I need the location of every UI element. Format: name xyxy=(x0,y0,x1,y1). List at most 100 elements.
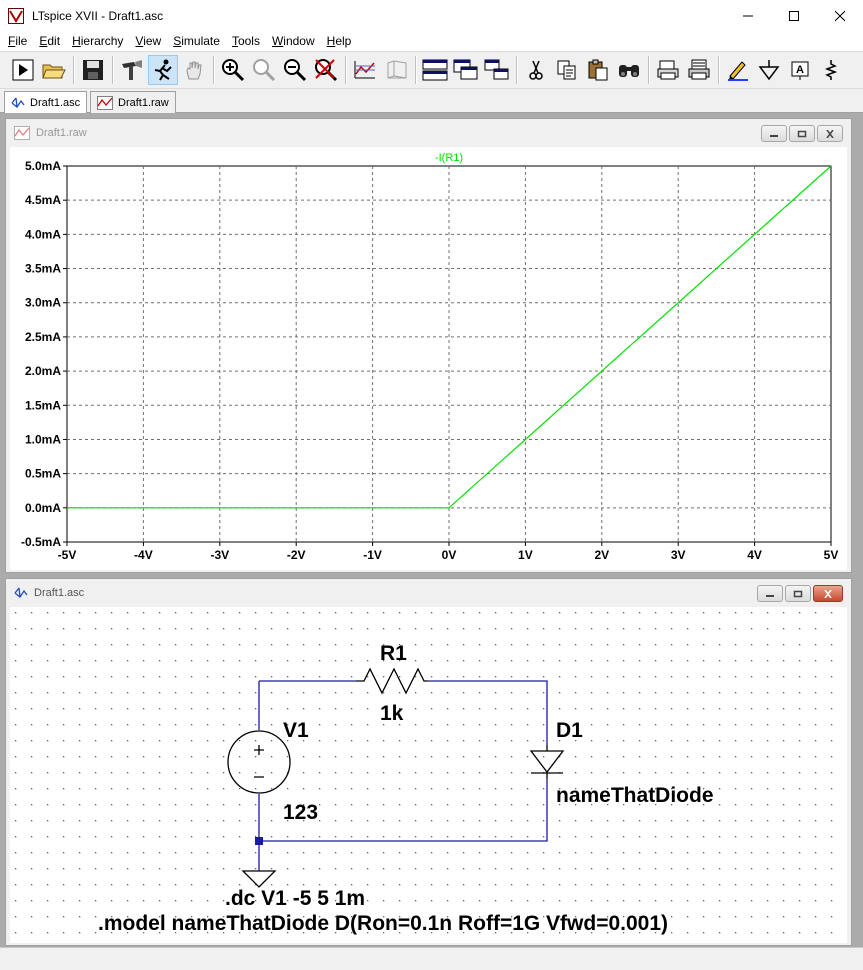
tab-draft1-raw[interactable]: Draft1.raw xyxy=(90,91,176,113)
zoom-in-button[interactable] xyxy=(218,55,248,85)
zoom-fit-button[interactable] xyxy=(249,55,279,85)
zoom-out-button[interactable] xyxy=(280,55,310,85)
waveform-icon xyxy=(14,126,30,140)
pan-button[interactable] xyxy=(179,55,209,85)
label-net-button[interactable]: A xyxy=(785,55,815,85)
window-title: LTspice XVII - Draft1.asc xyxy=(32,8,164,23)
open-folder-icon xyxy=(42,64,66,79)
x-tick-label: 0V xyxy=(442,548,457,562)
document-tabs: Draft1.asc Draft1.raw xyxy=(0,89,863,114)
menu-hierarchy[interactable]: Hierarchy xyxy=(66,31,129,51)
waveform-plot-pane[interactable]: -5V -4V -3V -2V -1V 0V 1V 2V 3V 4V 5V 5.0mA 4.5mA 4.0… xyxy=(10,147,847,570)
d1-name: D1 xyxy=(556,719,583,742)
menu-help[interactable]: Help xyxy=(321,31,358,51)
maximize-button[interactable] xyxy=(771,0,817,31)
waveform-minimize-button[interactable] xyxy=(761,125,787,142)
tile-vertical-icon xyxy=(484,59,509,80)
ltspice-logo-icon xyxy=(8,7,24,24)
close-icon xyxy=(824,589,832,598)
menu-simulate[interactable]: Simulate xyxy=(167,31,226,51)
autorange-button[interactable] xyxy=(350,55,380,85)
zoom-cancel-icon xyxy=(315,59,338,82)
x-tick-label: -4V xyxy=(134,548,153,562)
waveform-window-titlebar[interactable]: Draft1.raw xyxy=(6,119,851,147)
minimize-icon xyxy=(743,15,753,16)
x-tick-label: 2V xyxy=(594,548,609,562)
cascade-button[interactable] xyxy=(451,55,481,85)
tile-vertical-button[interactable] xyxy=(482,55,512,85)
r1-name: R1 xyxy=(380,642,407,665)
x-tick-label: 4V xyxy=(747,548,762,562)
schematic-minimize-button[interactable] xyxy=(757,585,783,602)
series-legend-label: -I(R1) xyxy=(435,152,463,164)
x-tick-label: -1V xyxy=(363,548,382,562)
title-bar: LTspice XVII - Draft1.asc xyxy=(0,0,863,31)
save-button[interactable] xyxy=(78,55,108,85)
run-simulation-toggle[interactable] xyxy=(148,55,178,85)
status-bar xyxy=(0,947,863,970)
tab-draft1-asc[interactable]: Draft1.asc xyxy=(4,91,88,114)
schematic-restore-button[interactable] xyxy=(785,585,811,602)
close-button[interactable] xyxy=(817,0,863,31)
ground-icon xyxy=(758,60,780,81)
schematic-canvas[interactable]: R1 1k V1 123 D1 nameThatDiode .dc V1 -5 … xyxy=(10,607,847,943)
autorange-3d-icon xyxy=(387,60,407,79)
toolbar-separator xyxy=(516,56,518,84)
waveform-icon xyxy=(97,95,113,110)
tab-label: Draft1.asc xyxy=(30,97,81,109)
restore-icon xyxy=(797,130,807,137)
y-tick-label: 4.5mA xyxy=(25,193,61,207)
menu-tools[interactable]: Tools xyxy=(226,31,266,51)
y-tick-label: 4.0mA xyxy=(25,227,61,241)
schematic-window: Draft1.asc R1 1k V1 123 D1 nameThatDiode… xyxy=(5,578,852,946)
waveform-plot[interactable]: -5V -4V -3V -2V -1V 0V 1V 2V 3V 4V 5V 5.0mA 4.5mA 4.0… xyxy=(10,147,847,570)
waveform-window: Draft1.raw -5V -4V -3V -2V -1V 0V 1V 2V 3V 4V 5V 5.… xyxy=(5,118,852,573)
open-button[interactable] xyxy=(39,55,69,85)
place-ground-button[interactable] xyxy=(754,55,784,85)
minimize-icon xyxy=(770,134,778,137)
run-icon xyxy=(12,59,34,81)
label-net-icon: A xyxy=(791,61,809,80)
tab-label: Draft1.raw xyxy=(118,96,169,109)
schematic-window-titlebar[interactable]: Draft1.asc xyxy=(6,579,851,607)
autorange-3d-button[interactable] xyxy=(381,55,411,85)
draw-wire-button[interactable] xyxy=(723,55,753,85)
run-button[interactable] xyxy=(8,55,38,85)
x-tick-label: 3V xyxy=(671,548,686,562)
minimize-button[interactable] xyxy=(725,0,771,31)
r1-value: 1k xyxy=(380,702,404,725)
paste-button[interactable] xyxy=(583,55,613,85)
minimize-icon xyxy=(766,594,774,597)
y-tick-label: -0.5mA xyxy=(21,535,61,549)
y-tick-label: 2.0mA xyxy=(25,364,61,378)
copy-icon xyxy=(557,60,576,80)
menu-window[interactable]: Window xyxy=(266,31,321,51)
menu-file[interactable]: File xyxy=(2,31,33,51)
find-button[interactable] xyxy=(614,55,644,85)
zoom-cancel-button[interactable] xyxy=(311,55,341,85)
cut-button[interactable] xyxy=(521,55,551,85)
schematic-close-button[interactable] xyxy=(813,585,843,602)
restore-icon xyxy=(793,590,803,597)
schematic-icon xyxy=(11,97,25,108)
y-tick-label: 5.0mA xyxy=(25,159,61,173)
schematic-drawing[interactable]: R1 1k V1 123 D1 nameThatDiode .dc V1 -5 … xyxy=(10,607,847,943)
print-button[interactable] xyxy=(684,55,714,85)
waveform-restore-button[interactable] xyxy=(789,125,815,142)
toolbar-separator xyxy=(112,56,114,84)
print-setup-button[interactable] xyxy=(653,55,683,85)
waveform-close-button[interactable] xyxy=(817,125,843,142)
menu-edit[interactable]: Edit xyxy=(33,31,66,51)
copy-button[interactable] xyxy=(552,55,582,85)
tile-horizontal-button[interactable] xyxy=(420,55,450,85)
y-tick-label: 0.0mA xyxy=(25,501,61,515)
cut-icon xyxy=(529,60,543,80)
menu-view[interactable]: View xyxy=(129,31,167,51)
control-panel-button[interactable] xyxy=(117,55,147,85)
model-directive[interactable]: .model nameThatDiode D(Ron=0.1n Roff=1G … xyxy=(98,912,668,935)
place-resistor-button[interactable] xyxy=(816,55,846,85)
cascade-icon xyxy=(453,59,478,80)
mdi-workspace: Draft1.raw -5V -4V -3V -2V -1V 0V 1V 2V 3V 4V 5V 5.… xyxy=(0,113,863,947)
v1-value: 123 xyxy=(283,801,318,824)
dc-directive[interactable]: .dc V1 -5 5 1m xyxy=(225,887,365,910)
